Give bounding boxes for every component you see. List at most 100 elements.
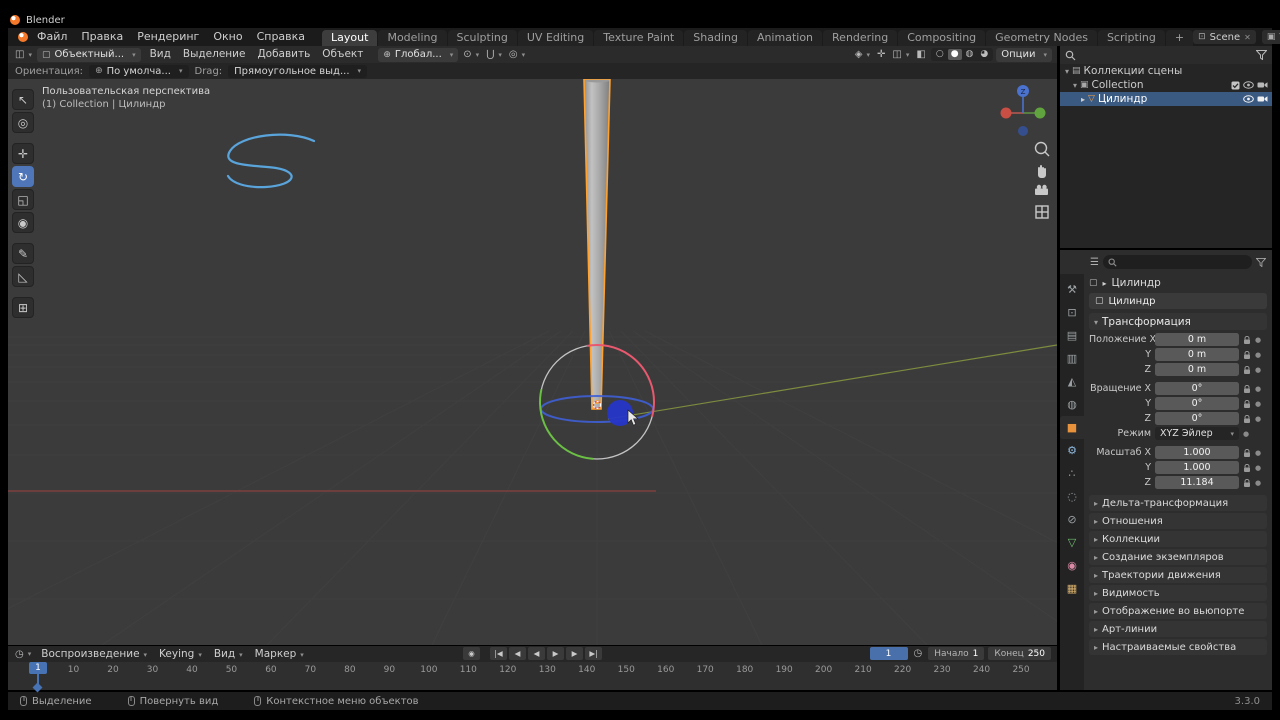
workspace-tab[interactable]: Geometry Nodes: [986, 30, 1097, 46]
hide-eye-icon[interactable]: [1243, 95, 1254, 103]
render-camera-icon[interactable]: [1257, 95, 1268, 103]
prev-keyframe-button[interactable]: ◀: [509, 647, 526, 660]
animate-dot[interactable]: ●: [1255, 479, 1261, 487]
properties-tab[interactable]: ◍: [1060, 393, 1084, 416]
workspace-tab[interactable]: Compositing: [898, 30, 986, 46]
panel-section-header[interactable]: Арт-линии: [1089, 621, 1267, 637]
properties-tab[interactable]: ▦: [1060, 577, 1084, 600]
properties-tab[interactable]: ◌: [1060, 485, 1084, 508]
play-button[interactable]: ▶: [547, 647, 564, 660]
tool-button[interactable]: ⊞: [12, 297, 34, 318]
frame-start-field[interactable]: Начало 1: [928, 647, 985, 660]
rotation-mode-dropdown[interactable]: XYZ Эйлер: [1155, 427, 1239, 440]
number-field[interactable]: 0°: [1155, 412, 1239, 425]
nav-neg-z-ball[interactable]: [1018, 126, 1028, 136]
lock-icon[interactable]: [1243, 360, 1251, 379]
shading-rendered-button[interactable]: ◕: [977, 49, 991, 60]
animate-dot[interactable]: ●: [1255, 415, 1261, 423]
pivot-point-button[interactable]: ⊙: [461, 49, 481, 60]
drag-setting-dropdown[interactable]: Прямоугольное выд...: [228, 64, 368, 78]
outliner-row-cylinder[interactable]: ▽ Цилиндр: [1060, 92, 1272, 106]
panel-section-header[interactable]: Отношения: [1089, 513, 1267, 529]
tool-button[interactable]: ◉: [12, 212, 34, 233]
properties-search-field[interactable]: [1102, 255, 1252, 269]
playhead-diamond[interactable]: [32, 682, 43, 693]
panel-section-header[interactable]: Траектории движения: [1089, 567, 1267, 583]
show-gizmo-button[interactable]: ✛: [875, 49, 887, 60]
search-icon[interactable]: [1065, 50, 1076, 61]
properties-tab[interactable]: ⚙: [1060, 439, 1084, 462]
shading-solid-button[interactable]: ●: [947, 49, 962, 60]
menu-item[interactable]: Справка: [250, 28, 312, 46]
timeline-menu-item[interactable]: Вид: [208, 646, 249, 663]
workspace-tab[interactable]: Sculpting: [447, 30, 517, 46]
jump-to-start-button[interactable]: |◀: [490, 647, 507, 660]
properties-tab[interactable]: ◭: [1060, 370, 1084, 393]
next-keyframe-button[interactable]: ▶: [566, 647, 583, 660]
properties-tab[interactable]: ■: [1060, 416, 1084, 439]
properties-tab[interactable]: ▥: [1060, 347, 1084, 370]
auto-key-button[interactable]: ◉: [463, 647, 480, 660]
properties-editor-icon[interactable]: ☰: [1090, 257, 1099, 268]
number-field[interactable]: 0°: [1155, 397, 1239, 410]
tool-button[interactable]: ◱: [12, 189, 34, 210]
panel-section-header[interactable]: Видимость: [1089, 585, 1267, 601]
number-field[interactable]: 1.000: [1155, 446, 1239, 459]
properties-tab[interactable]: ◉: [1060, 554, 1084, 577]
xray-toggle-button[interactable]: ◧: [914, 49, 927, 60]
properties-tab[interactable]: ∴: [1060, 462, 1084, 485]
blender-menu-icon[interactable]: [18, 32, 28, 42]
timeline-editor-type-button[interactable]: ◷: [13, 649, 33, 660]
lock-icon[interactable]: [1243, 473, 1251, 492]
workspace-tab[interactable]: +: [1165, 30, 1194, 46]
animate-dot[interactable]: ●: [1243, 430, 1249, 438]
nav-x-ball[interactable]: [1000, 107, 1012, 119]
workspace-tab[interactable]: Animation: [747, 30, 823, 46]
animate-dot[interactable]: ●: [1255, 400, 1261, 408]
animate-dot[interactable]: ●: [1255, 385, 1261, 393]
animate-dot[interactable]: ●: [1255, 449, 1261, 457]
properties-tab[interactable]: ⊘: [1060, 508, 1084, 531]
filter-icon[interactable]: [1256, 50, 1267, 60]
timeline-ruler[interactable]: 1102030405060708090100110120130140150160…: [8, 662, 1057, 693]
transform-orientation-dropdown[interactable]: ⊕ Глобал...: [378, 47, 459, 62]
collection-checkbox[interactable]: [1231, 81, 1240, 90]
outliner-row-scene-collection[interactable]: ▤ Коллекции сцены: [1060, 64, 1272, 78]
lock-icon[interactable]: [1243, 409, 1251, 428]
properties-tab[interactable]: ▤: [1060, 324, 1084, 347]
viewport-menu-item[interactable]: Вид: [144, 46, 177, 63]
play-reverse-button[interactable]: ◀: [528, 647, 545, 660]
panel-section-header[interactable]: Дельта-трансформация: [1089, 495, 1267, 511]
hide-eye-icon[interactable]: [1243, 81, 1254, 89]
tool-button[interactable]: ◺: [12, 266, 34, 287]
shading-material-button[interactable]: ◍: [963, 49, 977, 60]
playhead-badge[interactable]: 1: [29, 662, 47, 674]
viewport-menu-item[interactable]: Выделение: [177, 46, 252, 63]
filter-icon[interactable]: [1256, 257, 1266, 267]
menu-item[interactable]: Файл: [30, 28, 74, 46]
number-field[interactable]: 1.000: [1155, 461, 1239, 474]
properties-tab[interactable]: ▽: [1060, 531, 1084, 554]
workspace-tab[interactable]: Scripting: [1097, 30, 1165, 46]
animate-dot[interactable]: ●: [1255, 336, 1261, 344]
menu-item[interactable]: Рендеринг: [130, 28, 206, 46]
workspace-tab[interactable]: Layout: [322, 30, 378, 46]
scene-unlink-icon[interactable]: ✕: [1244, 33, 1251, 42]
tool-button[interactable]: ✎: [12, 243, 34, 264]
snap-magnet-button[interactable]: ⋃: [484, 49, 504, 60]
current-frame-field[interactable]: 1: [869, 647, 908, 660]
number-field[interactable]: 0 m: [1155, 348, 1239, 361]
number-field[interactable]: 0 m: [1155, 333, 1239, 346]
nav-y-ball[interactable]: [1034, 107, 1046, 119]
animate-dot[interactable]: ●: [1255, 464, 1261, 472]
tool-button[interactable]: ✛: [12, 143, 34, 164]
tool-button[interactable]: ↻: [12, 166, 34, 187]
workspace-tab[interactable]: Shading: [684, 30, 747, 46]
workspace-tab[interactable]: Rendering: [823, 30, 898, 46]
menu-item[interactable]: Окно: [206, 28, 249, 46]
shading-wireframe-button[interactable]: ○: [933, 49, 947, 60]
object-name-field[interactable]: ▢ Цилиндр: [1089, 293, 1267, 309]
properties-tab[interactable]: ⚒: [1060, 278, 1084, 301]
mode-dropdown[interactable]: ▢ Объектный...: [36, 47, 141, 62]
animate-dot[interactable]: ●: [1255, 351, 1261, 359]
